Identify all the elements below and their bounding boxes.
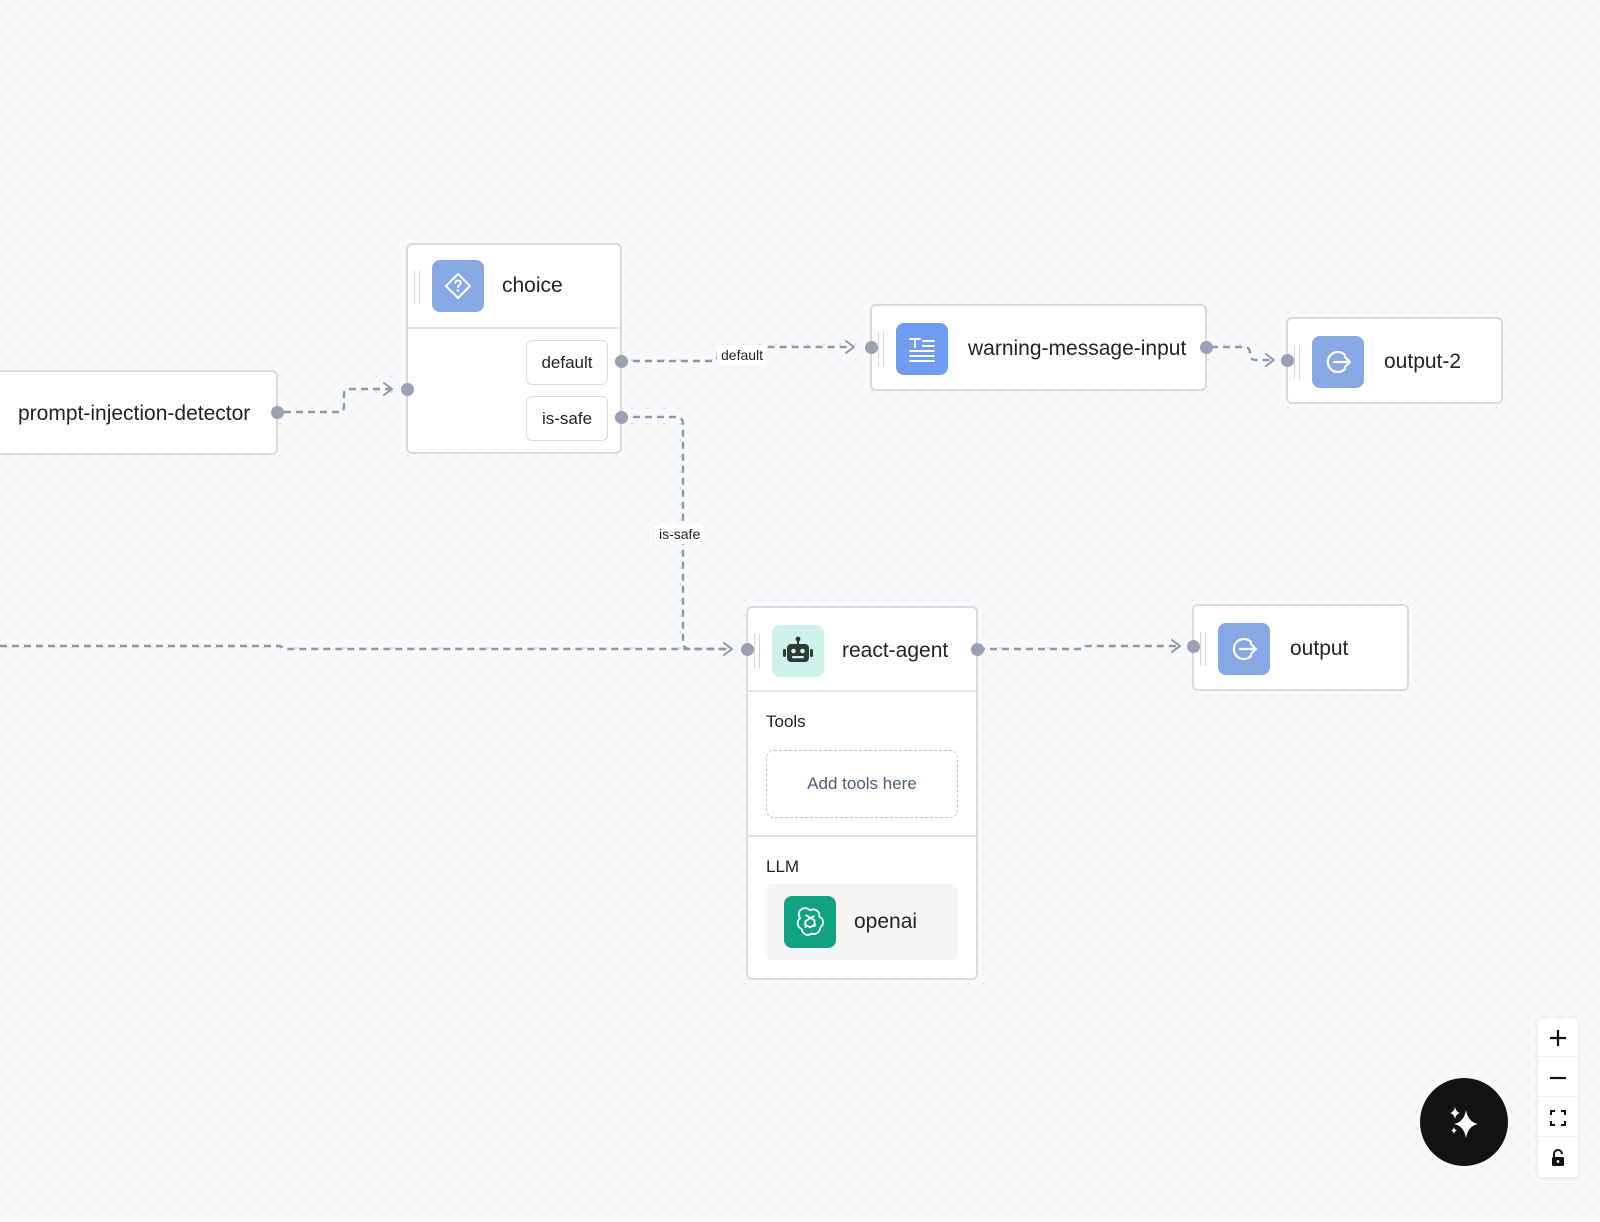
node-title: output-2 <box>1384 350 1462 373</box>
route-default[interactable]: default <box>526 340 608 385</box>
robot-icon <box>772 625 824 677</box>
lock-button[interactable] <box>1538 1139 1578 1177</box>
edge-label-is-safe: is-safe <box>655 524 705 544</box>
fit-view-button[interactable] <box>1538 1099 1578 1137</box>
node-divider <box>748 835 976 837</box>
zoom-controls <box>1538 1019 1578 1177</box>
assistant-button[interactable] <box>1420 1078 1508 1166</box>
openai-logo-icon <box>784 896 836 948</box>
node-output-2[interactable]: output-2 <box>1286 317 1503 404</box>
add-tools-dropzone[interactable]: Add tools here <box>766 750 958 818</box>
edge-left-to-react-agent <box>0 644 730 651</box>
drag-handle[interactable] <box>1294 345 1300 379</box>
node-title: output <box>1290 637 1349 660</box>
target-handle[interactable] <box>740 642 754 656</box>
node-prompt-injection-detector[interactable]: prompt-injection-detector <box>0 370 278 455</box>
llm-label: LLM <box>766 857 800 876</box>
zoom-out-button[interactable] <box>1538 1059 1578 1097</box>
node-title: choice <box>502 274 563 297</box>
source-handle[interactable] <box>270 405 284 419</box>
lock-icon <box>1552 1149 1564 1166</box>
node-divider <box>408 327 620 329</box>
node-title: warning-message-input <box>968 337 1187 360</box>
minus-icon <box>1550 1076 1566 1079</box>
edge-warning-to-output2 <box>1211 345 1272 362</box>
text-lines-icon <box>896 323 948 375</box>
edge-is-safe-arrow <box>723 642 733 656</box>
target-handle[interactable] <box>400 382 414 396</box>
exit-arrow-icon <box>1218 623 1270 675</box>
edge-react-agent-to-output <box>978 644 1178 651</box>
flow-canvas[interactable]: default is-safe prompt-injection-detecto… <box>0 0 1600 1222</box>
node-divider <box>748 690 976 692</box>
node-warning-message-input[interactable]: warning-message-input <box>870 304 1207 391</box>
diamond-question-icon <box>432 260 484 312</box>
sparkles-icon <box>1450 1107 1478 1138</box>
fit-view-icon <box>1550 1109 1566 1126</box>
drag-handle[interactable] <box>754 634 760 668</box>
route-is-safe[interactable]: is-safe <box>526 396 608 441</box>
source-handle-is-safe[interactable] <box>614 410 628 424</box>
edge-detector-to-choice-arrow <box>383 382 393 396</box>
zoom-in-button[interactable] <box>1538 1019 1578 1057</box>
drag-handle[interactable] <box>1200 632 1206 666</box>
node-choice[interactable]: choice default is-safe <box>406 243 622 454</box>
llm-card-openai[interactable]: openai <box>766 884 958 960</box>
edge-default-arrow <box>845 340 855 354</box>
node-output[interactable]: output <box>1192 604 1409 691</box>
source-handle-default[interactable] <box>614 354 628 368</box>
node-react-agent[interactable]: react-agent Tools Add tools here LLM ope… <box>746 606 978 980</box>
edge-detector-to-choice <box>284 387 390 414</box>
exit-arrow-icon <box>1312 336 1364 388</box>
node-title: react-agent <box>842 639 949 662</box>
edge-label-default: default <box>717 345 768 365</box>
drag-handle[interactable] <box>414 270 420 304</box>
source-handle[interactable] <box>1199 340 1213 354</box>
tools-label: Tools <box>766 712 806 731</box>
target-handle[interactable] <box>864 340 878 354</box>
target-handle[interactable] <box>1186 639 1200 653</box>
llm-name: openai <box>854 910 918 933</box>
plus-icon <box>1550 1029 1566 1046</box>
source-handle[interactable] <box>970 642 984 656</box>
drag-handle[interactable] <box>878 332 884 366</box>
edge-warning-to-output2-arrow <box>1265 353 1275 367</box>
target-handle[interactable] <box>1280 353 1294 367</box>
edge-react-agent-to-output-arrow <box>1171 639 1181 653</box>
node-title: prompt-injection-detector <box>18 402 251 425</box>
